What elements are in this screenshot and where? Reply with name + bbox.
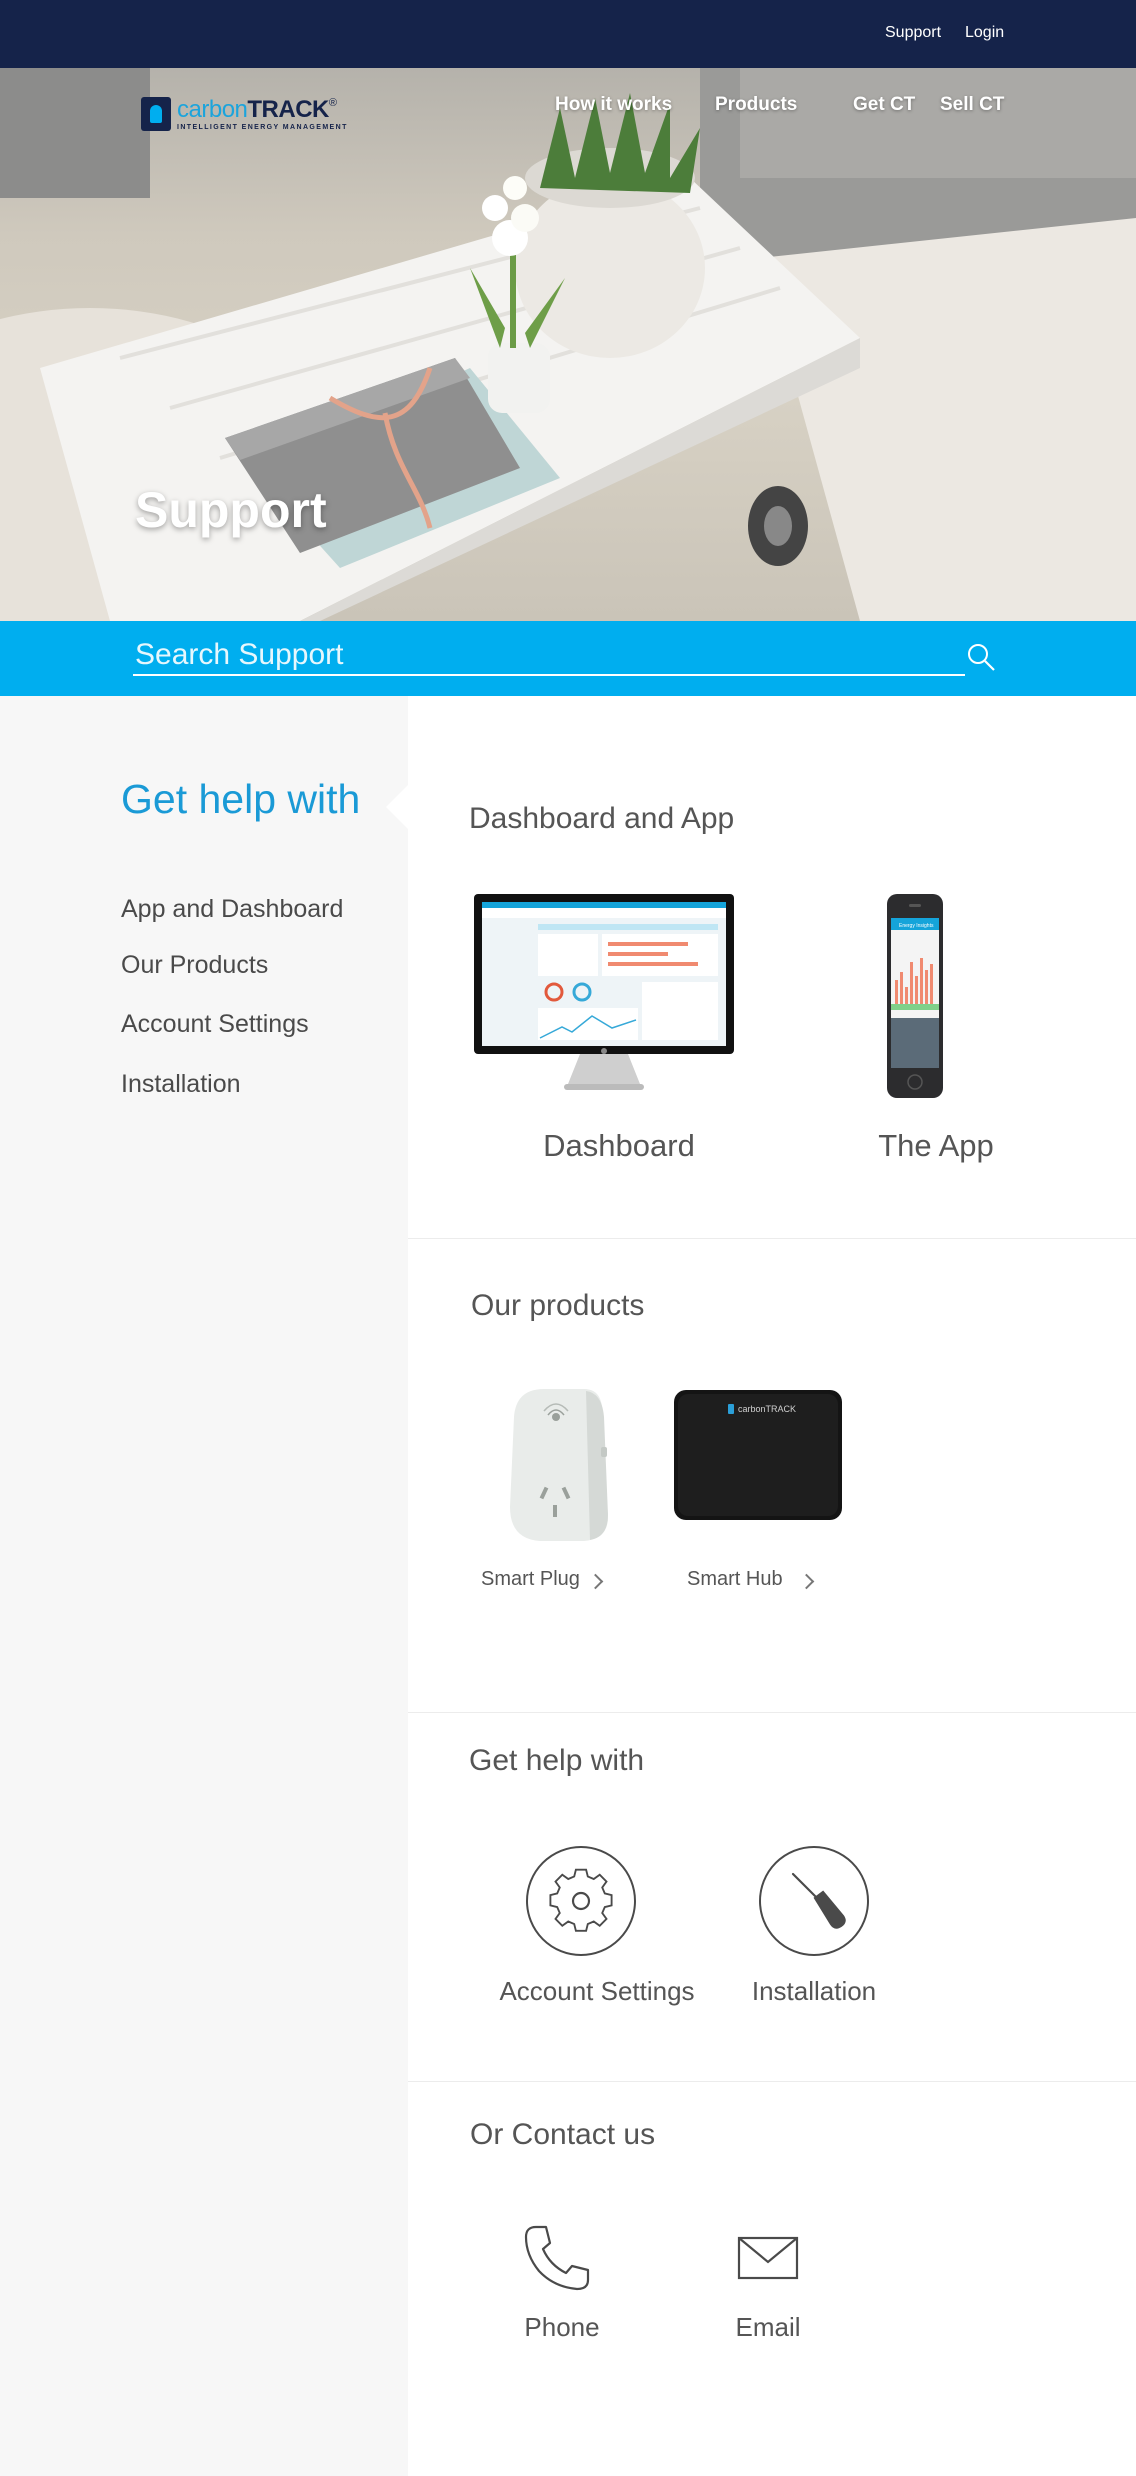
- topbar-support-link[interactable]: Support: [885, 24, 941, 42]
- search-bar: [0, 621, 1136, 696]
- email-envelope-icon[interactable]: [737, 2236, 799, 2280]
- account-settings-label[interactable]: Account Settings: [482, 1976, 712, 2007]
- account-settings-circle[interactable]: [526, 1846, 636, 1956]
- section-title-our-products: Our products: [471, 1289, 645, 1322]
- screwdriver-icon: [791, 1872, 846, 1929]
- sidebar-item-installation[interactable]: Installation: [121, 1070, 241, 1099]
- installation-circle[interactable]: [759, 1846, 869, 1956]
- top-bar: Support Login: [0, 0, 1136, 68]
- installation-label[interactable]: Installation: [714, 1976, 914, 2007]
- nav-sell-ct[interactable]: Sell CT: [940, 94, 1004, 116]
- gear-icon: [549, 1868, 613, 1932]
- smart-hub-label[interactable]: Smart Hub: [687, 1568, 783, 1591]
- nav-products[interactable]: Products: [715, 94, 797, 116]
- smart-plug-image[interactable]: [504, 1387, 614, 1543]
- smart-plug-label[interactable]: Smart Plug: [481, 1568, 580, 1591]
- dashboard-card-label[interactable]: Dashboard: [519, 1128, 719, 1164]
- topbar-login-link[interactable]: Login: [965, 24, 1004, 42]
- logo-registered: ®: [328, 96, 337, 109]
- logo-plug-icon: [141, 97, 171, 131]
- smart-plug-chevron-right-icon[interactable]: [587, 1573, 604, 1590]
- page-title: Support: [135, 482, 327, 538]
- app-screen-header: Energy Insights: [899, 923, 934, 929]
- app-card-label[interactable]: The App: [836, 1128, 1036, 1164]
- sidebar-pointer: [386, 785, 408, 829]
- dashboard-monitor-image[interactable]: [472, 892, 736, 1095]
- section-divider: [408, 1712, 1136, 1713]
- section-divider: [408, 2081, 1136, 2082]
- hero-banner: carbonTRACK® INTELLIGENT ENERGY MANAGEME…: [0, 68, 1136, 621]
- sidebar-item-account-settings[interactable]: Account Settings: [121, 1010, 309, 1039]
- carbontrack-logo[interactable]: carbonTRACK® INTELLIGENT ENERGY MANAGEME…: [141, 94, 348, 134]
- hub-brand-text: carbonTRACK: [738, 1404, 796, 1414]
- phone-label[interactable]: Phone: [502, 2312, 622, 2343]
- nav-how-it-works[interactable]: How it works: [555, 94, 672, 116]
- sidebar-item-our-products[interactable]: Our Products: [121, 951, 268, 980]
- mobile-app-image[interactable]: Energy Insights: [885, 892, 945, 1100]
- section-title-get-help-with: Get help with: [469, 1744, 645, 1777]
- sidebar-title: Get help with: [121, 776, 361, 822]
- section-divider: [408, 1238, 1136, 1239]
- logo-word-track: TRACK: [247, 95, 329, 123]
- section-title-dashboard-app: Dashboard and App: [469, 802, 735, 835]
- search-input[interactable]: [133, 636, 965, 676]
- smart-hub-image[interactable]: carbonTRACK: [672, 1388, 844, 1522]
- logo-tagline: INTELLIGENT ENERGY MANAGEMENT: [177, 123, 348, 131]
- nav-get-ct[interactable]: Get CT: [853, 94, 915, 116]
- section-title-contact: Or Contact us: [470, 2118, 656, 2151]
- phone-icon[interactable]: [522, 2223, 592, 2293]
- sidebar-item-app-and-dashboard[interactable]: App and Dashboard: [121, 895, 343, 924]
- search-icon[interactable]: [966, 642, 996, 672]
- smart-hub-chevron-right-icon[interactable]: [798, 1573, 815, 1590]
- email-label[interactable]: Email: [708, 2312, 828, 2343]
- logo-word-carbon: carbon: [177, 95, 248, 123]
